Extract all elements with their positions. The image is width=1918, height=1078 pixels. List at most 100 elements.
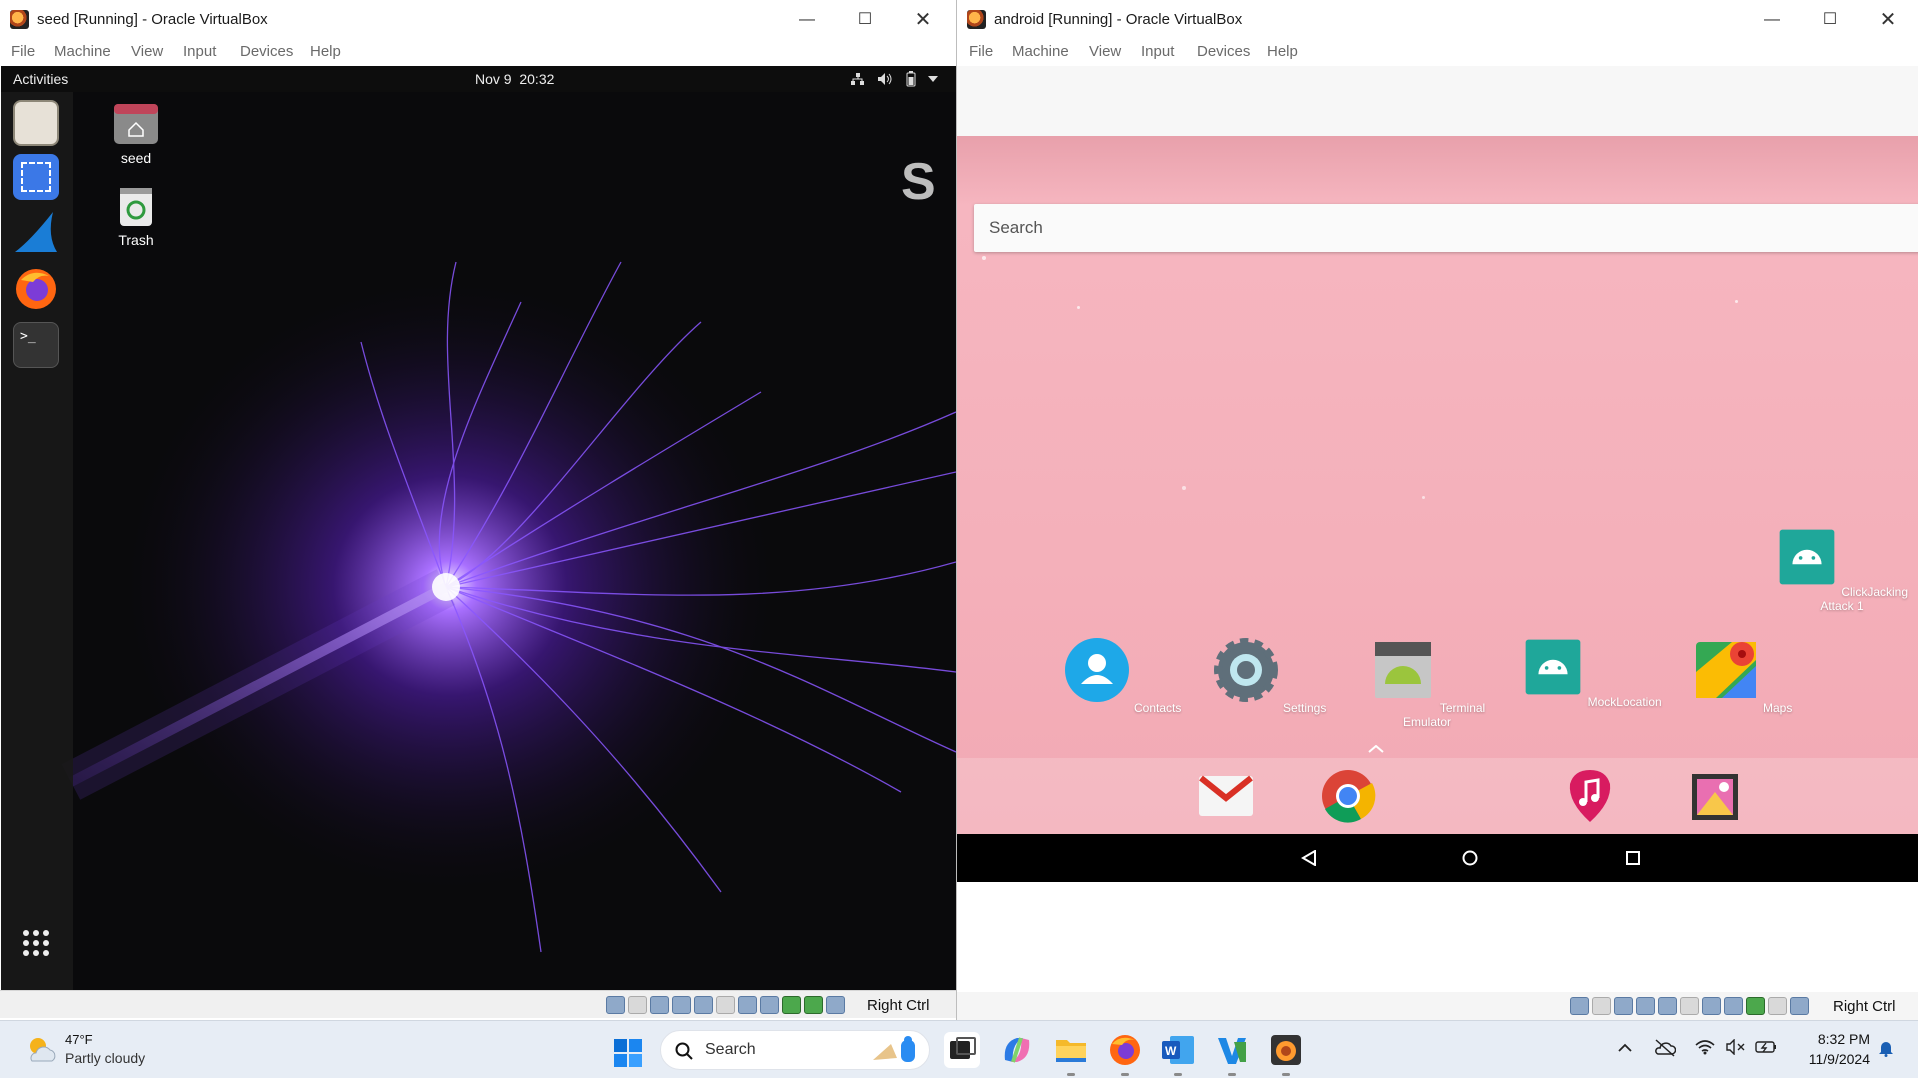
app-label: Contacts (1133, 701, 1182, 715)
vscode-icon[interactable] (1214, 1032, 1250, 1068)
volume-icon[interactable] (877, 72, 893, 86)
app-settings[interactable]: Settings (1209, 636, 1329, 715)
start-icon[interactable] (613, 1038, 643, 1068)
volume-muted-icon[interactable] (1726, 1039, 1746, 1055)
maximize-button[interactable]: ☐ (842, 6, 888, 34)
minimize-button[interactable]: — (784, 6, 830, 34)
menu-help[interactable]: Help (310, 43, 341, 60)
menu-file[interactable]: File (11, 43, 35, 60)
android-guest-display[interactable]: Search ClickJacking Attack 1 Contacts Se… (957, 66, 1918, 902)
battery-charging-icon[interactable] (1755, 1040, 1777, 1054)
file-explorer-icon[interactable] (1053, 1032, 1089, 1068)
android-status-area (957, 66, 1918, 136)
menu-view[interactable]: View (1089, 43, 1121, 60)
running-indicator (1174, 1073, 1182, 1076)
maximize-button[interactable]: ☐ (1807, 6, 1853, 34)
svg-text:W: W (1165, 1044, 1177, 1058)
android-titlebar[interactable]: android [Running] - Oracle VirtualBox — … (957, 0, 1918, 38)
trash-icon (120, 188, 152, 226)
show-apps-icon[interactable] (22, 929, 50, 957)
battery-icon[interactable] (906, 71, 916, 87)
app-drawer-chevron-icon[interactable] (1368, 745, 1384, 753)
android-search-bar[interactable]: Search (974, 204, 1918, 252)
menu-view[interactable]: View (131, 43, 163, 60)
screenshot-icon[interactable] (13, 154, 59, 200)
tray-time[interactable]: 8:32 PM (1798, 1031, 1870, 1047)
word-icon[interactable]: W (1160, 1032, 1196, 1068)
app-mocklocation[interactable]: MockLocation (1497, 636, 1687, 709)
seed-titlebar[interactable]: seed [Running] - Oracle VirtualBox — ☐ ✕ (0, 0, 956, 38)
files-icon[interactable] (13, 100, 59, 146)
terminal-icon[interactable]: >_ (13, 322, 59, 368)
clock[interactable]: Nov 9 20:32 (475, 71, 554, 87)
app-label: Terminal Emulator (1402, 701, 1486, 729)
wifi-icon[interactable] (1695, 1039, 1715, 1055)
tray-date[interactable]: 11/9/2024 (1798, 1051, 1870, 1067)
search-icon (675, 1042, 693, 1060)
maps-icon (1695, 642, 1756, 698)
taskbar-search-box[interactable]: Search (660, 1030, 930, 1070)
terminal-emulator-icon (1374, 642, 1431, 698)
chrome-icon[interactable] (1320, 768, 1376, 824)
partial-desktop-text: S (901, 153, 936, 211)
menu-devices[interactable]: Devices (1197, 43, 1250, 60)
wireshark-icon[interactable] (13, 210, 59, 256)
host-key-label: Right Ctrl (1833, 998, 1896, 1015)
seed-window-title: seed [Running] - Oracle VirtualBox (37, 11, 268, 28)
android-home-screen[interactable]: Search ClickJacking Attack 1 Contacts Se… (957, 136, 1918, 834)
back-icon[interactable] (1301, 850, 1317, 866)
android-statusbar: Right Ctrl (957, 992, 1918, 1020)
weather-widget[interactable]: 47°F Partly cloudy (18, 1029, 218, 1073)
sparkle (1735, 300, 1738, 303)
app-contacts[interactable]: Contacts (1062, 636, 1182, 715)
menu-machine[interactable]: Machine (1012, 43, 1069, 60)
android-app-icon (1525, 639, 1581, 695)
seed-device-indicators[interactable] (606, 996, 845, 1014)
search-highlight-icon (873, 1036, 915, 1062)
activities-button[interactable]: Activities (13, 71, 68, 87)
onedrive-offline-icon[interactable] (1654, 1039, 1676, 1057)
virtualbox-taskbar-icon[interactable] (1268, 1032, 1304, 1068)
app-terminal-emulator[interactable]: Terminal Emulator (1357, 636, 1497, 729)
music-icon[interactable] (1566, 768, 1614, 824)
show-hidden-icons-chevron-icon[interactable] (1618, 1043, 1632, 1053)
home-folder-icon (114, 104, 158, 144)
seed-menubar: File Machine View Input Devices Help (0, 38, 956, 66)
menu-input[interactable]: Input (183, 43, 216, 60)
android-virtualbox-window[interactable]: android [Running] - Oracle VirtualBox — … (957, 0, 1918, 1020)
gmail-icon[interactable] (1197, 772, 1255, 820)
menu-devices[interactable]: Devices (240, 43, 293, 60)
running-indicator (1067, 1073, 1075, 1076)
menu-file[interactable]: File (969, 43, 993, 60)
sparkle (1182, 486, 1186, 490)
close-button[interactable]: ✕ (1865, 6, 1911, 34)
close-button[interactable]: ✕ (900, 6, 946, 34)
menu-machine[interactable]: Machine (54, 43, 111, 60)
copilot-icon[interactable] (999, 1032, 1035, 1068)
app-maps[interactable]: Maps (1682, 636, 1802, 715)
search-label: Search (705, 1041, 756, 1058)
menu-help[interactable]: Help (1267, 43, 1298, 60)
android-device-indicators[interactable] (1570, 997, 1809, 1015)
running-indicator (1121, 1073, 1129, 1076)
task-view-icon[interactable] (944, 1032, 980, 1068)
network-icon[interactable] (850, 72, 865, 86)
android-window-title: android [Running] - Oracle VirtualBox (994, 11, 1243, 28)
minimize-button[interactable]: — (1749, 6, 1795, 34)
ubuntu-guest-display[interactable]: Activities Nov 9 20:32 S >_ seed Trash (1, 66, 956, 990)
host-key-label: Right Ctrl (867, 997, 930, 1014)
notification-bell-icon[interactable] (1878, 1039, 1894, 1057)
seed-virtualbox-window[interactable]: seed [Running] - Oracle VirtualBox — ☐ ✕… (0, 0, 957, 1020)
ubuntu-dock: >_ (1, 92, 73, 990)
gallery-icon[interactable] (1690, 772, 1740, 822)
firefox-icon[interactable] (13, 266, 59, 312)
windows-taskbar: 47°F Partly cloudy Search W 8:32 PM 11/9… (0, 1020, 1918, 1078)
home-icon[interactable] (1462, 850, 1478, 866)
recents-icon[interactable] (1625, 850, 1641, 866)
desktop-icon-seed[interactable]: seed (96, 102, 176, 166)
menu-input[interactable]: Input (1141, 43, 1174, 60)
app-clickjacking-attack-1[interactable]: ClickJacking Attack 1 (1767, 526, 1917, 613)
firefox-taskbar-icon[interactable] (1107, 1032, 1143, 1068)
desktop-icon-trash[interactable]: Trash (96, 184, 176, 248)
system-menu-chevron-icon[interactable] (928, 76, 938, 82)
